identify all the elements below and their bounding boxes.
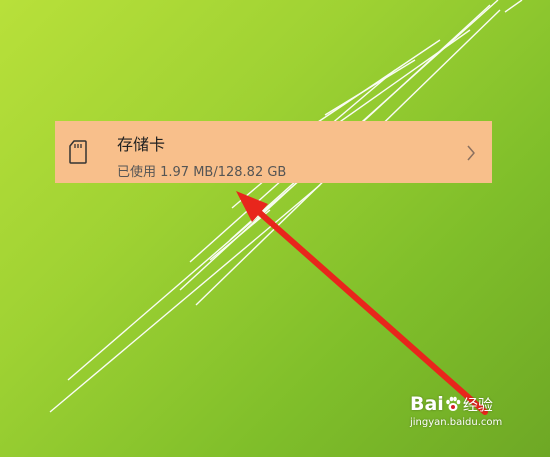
chevron-right-icon [467, 145, 475, 161]
paw-icon [446, 396, 461, 411]
screen: 存储卡 已使用 1.97 MB/128.82 GB Bai 经验 jingyan… [0, 0, 550, 457]
storage-title: 存储卡 [117, 135, 166, 154]
watermark-logo: Bai 经验 [410, 393, 520, 415]
watermark-brand-cn: 经验 [462, 396, 493, 414]
watermark-brand-latin: Bai [410, 393, 444, 415]
storage-card-row[interactable]: 存储卡 已使用 1.97 MB/128.82 GB [55, 121, 492, 183]
baidu-jingyan-watermark: Bai 经验 jingyan.baidu.com [410, 393, 520, 443]
watermark-url: jingyan.baidu.com [410, 417, 503, 428]
wallpaper-lines [49, 0, 523, 413]
sd-card-icon [69, 140, 87, 164]
storage-usage: 已使用 1.97 MB/128.82 GB [117, 165, 287, 180]
